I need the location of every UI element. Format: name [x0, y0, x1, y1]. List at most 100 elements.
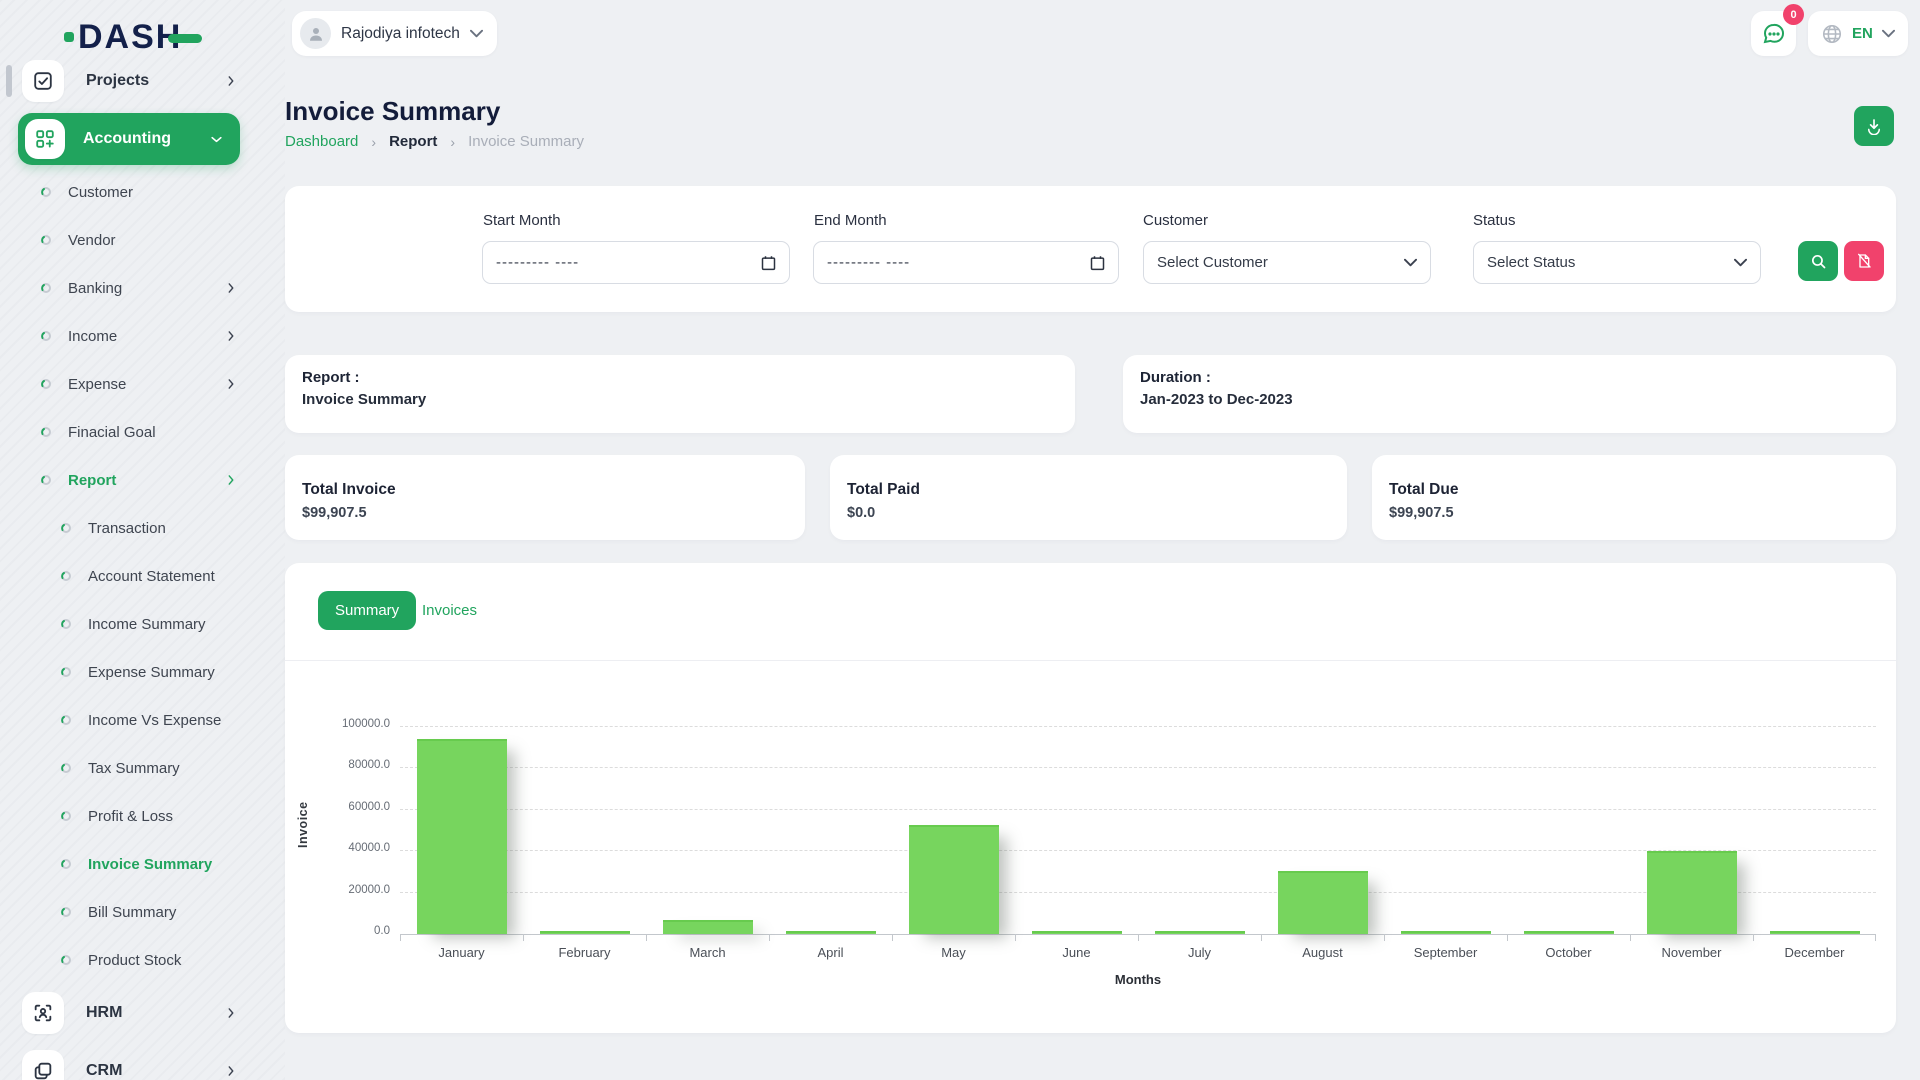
sidebar-item-label: Expense Summary [88, 664, 270, 681]
chevron-right-icon [224, 281, 238, 295]
sidebar-item-label: Income Summary [88, 616, 270, 633]
breadcrumb-dashboard[interactable]: Dashboard [285, 133, 358, 150]
sidebar-item-income-vs-expense[interactable]: Income Vs Expense [0, 696, 270, 744]
sidebar-item-label: Expense [68, 376, 224, 393]
breadcrumb-report[interactable]: Report [389, 133, 437, 150]
bullet-icon [60, 522, 72, 534]
x-axis-tick [1630, 934, 1631, 941]
sidebar-item-invoice-summary[interactable]: Invoice Summary [0, 840, 270, 888]
sidebar-item-customer[interactable]: Customer [0, 168, 270, 216]
logo-dash-bar [168, 34, 202, 43]
start-month-input[interactable]: --------- ---- [482, 241, 790, 284]
sidebar-item-crm[interactable]: CRM [0, 1042, 270, 1080]
bullet-icon [40, 282, 52, 294]
sidebar-item-label: Report [68, 472, 224, 489]
sidebar-item-label: Account Statement [88, 568, 270, 585]
filter-card: Start Month --------- ---- End Month ---… [285, 186, 1896, 312]
bar-january [417, 739, 507, 934]
bullet-icon [60, 714, 72, 726]
clear-file-icon [1856, 253, 1872, 269]
sidebar-item-bill-summary[interactable]: Bill Summary [0, 888, 270, 936]
bar-april [786, 931, 876, 934]
sidebar-item-accounting[interactable]: Accounting [0, 110, 270, 168]
sidebar-item-label: Projects [86, 72, 224, 90]
sidebar-item-projects[interactable]: Projects [0, 60, 270, 110]
sidebar-item-finacial-goal[interactable]: Finacial Goal [0, 408, 270, 456]
sidebar-item-expense-summary[interactable]: Expense Summary [0, 648, 270, 696]
sidebar-item-label: Income Vs Expense [88, 712, 270, 729]
logo-text: DASH [78, 20, 182, 54]
x-axis-tick [400, 934, 401, 941]
bar-may [909, 825, 999, 934]
duration-label: Duration : [1140, 369, 1211, 386]
sidebar-item-hrm[interactable]: HRM [0, 984, 270, 1042]
status-select[interactable]: Select Status [1473, 241, 1761, 284]
sidebar-scrollbar[interactable] [6, 65, 12, 97]
bullet-icon [60, 666, 72, 678]
language-selector[interactable]: EN [1808, 11, 1908, 56]
bullet-icon [40, 330, 52, 342]
reset-filter-button[interactable] [1844, 241, 1884, 281]
bullet-icon [60, 858, 72, 870]
x-axis-tick-label: July [1138, 945, 1261, 960]
sidebar-item-profit-loss[interactable]: Profit & Loss [0, 792, 270, 840]
sidebar-item-tax-summary[interactable]: Tax Summary [0, 744, 270, 792]
sidebar-item-expense[interactable]: Expense [0, 360, 270, 408]
tab-invoices[interactable]: Invoices [422, 591, 477, 630]
chat-bubble-icon [1762, 22, 1786, 46]
user-icon [307, 25, 325, 43]
sidebar-item-vendor[interactable]: Vendor [0, 216, 270, 264]
chevron-down-icon [1882, 29, 1895, 38]
sidebar-item-income-summary[interactable]: Income Summary [0, 600, 270, 648]
bar-june [1032, 931, 1122, 934]
report-label: Report : [302, 369, 360, 386]
total-paid-card: Total Paid$0.0 [830, 455, 1347, 540]
customer-label: Customer [1143, 212, 1208, 229]
sidebar-item-label: Tax Summary [88, 760, 270, 777]
y-axis-tick-label: 80000.0 [310, 759, 390, 771]
chevron-right-green-icon [224, 473, 238, 487]
total-paid-value: $0.0 [847, 505, 1347, 521]
bullet-icon [40, 378, 52, 390]
bullet-icon [40, 186, 52, 198]
total-invoice-label: Total Invoice [302, 481, 805, 499]
sidebar-item-label: Profit & Loss [88, 808, 270, 825]
sidebar-item-transaction[interactable]: Transaction [0, 504, 270, 552]
customer-select[interactable]: Select Customer [1143, 241, 1431, 284]
bar-february [540, 931, 630, 934]
chevron-right-icon [224, 74, 238, 88]
gridline [400, 726, 1876, 727]
x-axis-tick-label: December [1753, 945, 1876, 960]
duration-value: Jan-2023 to Dec-2023 [1140, 391, 1293, 408]
sidebar-item-product-stock[interactable]: Product Stock [0, 936, 270, 984]
sidebar-item-income[interactable]: Income [0, 312, 270, 360]
x-axis-tick-label: October [1507, 945, 1630, 960]
calendar-icon [761, 255, 776, 271]
sidebar-item-label: Banking [68, 280, 224, 297]
sidebar-item-account-statement[interactable]: Account Statement [0, 552, 270, 600]
bullet-icon [40, 426, 52, 438]
duration-info-card: Duration : Jan-2023 to Dec-2023 [1123, 355, 1896, 433]
total-invoice-value: $99,907.5 [302, 505, 805, 521]
bullet-icon [60, 906, 72, 918]
download-report-button[interactable] [1854, 106, 1894, 146]
tab-summary[interactable]: Summary [318, 591, 416, 630]
sidebar-item-label: Income [68, 328, 224, 345]
total-due-label: Total Due [1389, 481, 1896, 499]
apply-filter-button[interactable] [1798, 241, 1838, 281]
breadcrumb: Dashboard › Report › Invoice Summary [285, 133, 584, 150]
chevron-right-icon [224, 74, 238, 88]
x-axis-tick-label: February [523, 945, 646, 960]
messages-button[interactable]: 0 [1751, 11, 1796, 56]
bullet-icon [40, 282, 52, 294]
cards-icon [22, 1050, 64, 1080]
workspace-switcher[interactable]: Rajodiya infotech [292, 11, 497, 56]
sidebar-item-label: Transaction [88, 520, 270, 537]
sidebar-item-report[interactable]: Report [0, 456, 270, 504]
notification-badge: 0 [1783, 4, 1804, 25]
end-month-input[interactable]: --------- ---- [813, 241, 1119, 284]
bullet-icon [60, 762, 72, 774]
sidebar-item-banking[interactable]: Banking [0, 264, 270, 312]
bar-july [1155, 931, 1245, 934]
x-axis-tick-label: September [1384, 945, 1507, 960]
